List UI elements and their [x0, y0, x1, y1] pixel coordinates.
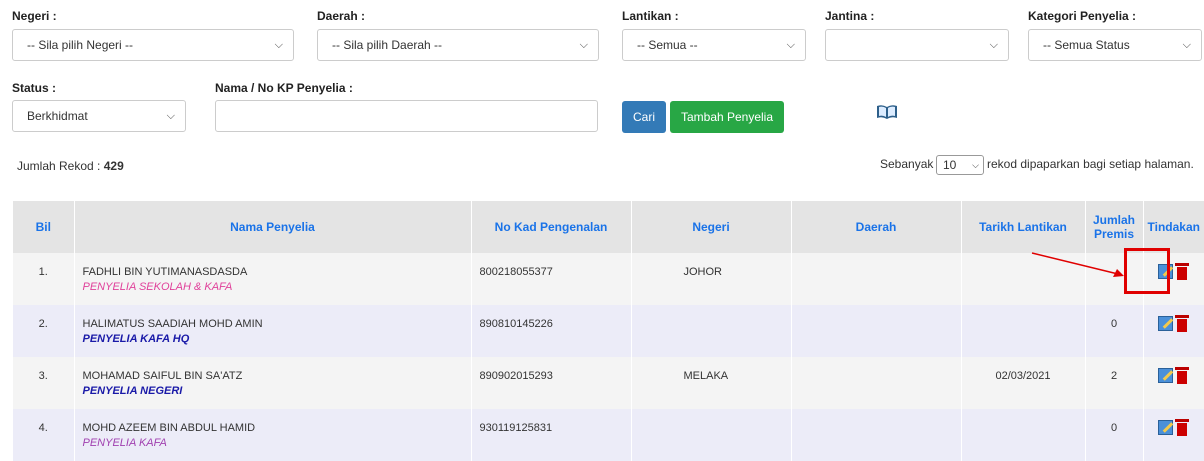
table-row: 4. MOHD AZEEM BIN ABDUL HAMID PENYELIA K…: [13, 409, 1204, 461]
delete-icon[interactable]: [1175, 263, 1189, 280]
lantikan-select-value: -- Semua --: [637, 38, 698, 52]
header-daerah[interactable]: Daerah: [791, 201, 962, 253]
chevron-down-icon: ⌵: [1182, 39, 1191, 51]
cell-negeri: JOHOR: [631, 253, 792, 305]
cell-tindakan: [1143, 357, 1204, 409]
cell-negeri: [631, 409, 792, 461]
penyelia-name: HALIMATUS SAADIAH MOHD AMIN: [82, 318, 263, 330]
cell-nama: FADHLI BIN YUTIMANASDASDA PENYELIA SEKOL…: [74, 253, 472, 305]
jantina-label: Jantina :: [825, 9, 875, 23]
daerah-select-value: -- Sila pilih Daerah --: [332, 38, 443, 52]
penyelia-kategori: PENYELIA KAFA: [82, 437, 167, 449]
cell-daerah: [791, 253, 962, 305]
annotation-arrow-icon: [1031, 252, 1124, 277]
table-row: 2. HALIMATUS SAADIAH MOHD AMIN PENYELIA …: [13, 305, 1204, 357]
chevron-down-icon: ⌵: [786, 39, 795, 51]
cell-premis: 0: [1085, 409, 1144, 461]
cell-daerah: [791, 409, 962, 461]
jantina-select[interactable]: ⌵: [825, 29, 1009, 61]
cell-nokp: 800218055377: [471, 253, 632, 305]
edit-icon[interactable]: [1158, 316, 1173, 331]
kategori-select[interactable]: -- Semua Status ⌵: [1028, 29, 1202, 61]
table-row: 3. MOHAMAD SAIFUL BIN SA'ATZ PENYELIA NE…: [13, 357, 1204, 409]
negeri-select-value: -- Sila pilih Negeri --: [27, 38, 134, 52]
lantikan-select[interactable]: -- Semua -- ⌵: [622, 29, 806, 61]
kategori-label: Kategori Penyelia :: [1028, 9, 1137, 23]
edit-icon[interactable]: [1158, 368, 1173, 383]
negeri-label: Negeri :: [12, 9, 57, 23]
table-row: 1. FADHLI BIN YUTIMANASDASDA PENYELIA SE…: [13, 253, 1204, 305]
header-nama[interactable]: Nama Penyelia: [74, 201, 472, 253]
per-page-control: Sebanyak: [880, 157, 933, 171]
cell-bil: 1.: [13, 253, 75, 305]
chevron-down-icon: ⌵: [274, 39, 283, 51]
penyelia-kategori: PENYELIA NEGERI: [82, 385, 183, 397]
delete-icon[interactable]: [1175, 419, 1189, 436]
header-premis[interactable]: Jumlah Premis: [1085, 201, 1144, 253]
kategori-select-value: -- Semua Status: [1043, 38, 1130, 52]
cell-nokp: 930119125831: [471, 409, 632, 461]
cell-tindakan: [1143, 409, 1204, 461]
penyelia-name: MOHAMAD SAIFUL BIN SA'ATZ: [82, 370, 243, 382]
daerah-select[interactable]: -- Sila pilih Daerah -- ⌵: [317, 29, 599, 61]
per-page-prefix: Sebanyak: [880, 157, 934, 171]
penyelia-kategori: PENYELIA SEKOLAH & KAFA: [82, 281, 233, 293]
cell-nokp: 890810145226: [471, 305, 632, 357]
cell-tarikh: 02/03/2021: [961, 357, 1086, 409]
cell-bil: 4.: [13, 409, 75, 461]
header-nokp[interactable]: No Kad Pengenalan: [471, 201, 632, 253]
edit-icon[interactable]: [1158, 420, 1173, 435]
cari-button[interactable]: Cari: [622, 101, 666, 133]
penyelia-table: Bil Nama Penyelia No Kad Pengenalan Nege…: [13, 201, 1204, 461]
chevron-down-icon: ⌵: [166, 110, 175, 122]
per-page-select[interactable]: 10 ⌵: [936, 155, 984, 175]
per-page-value: 10: [943, 158, 957, 172]
jumlah-rekod-count: 429: [103, 159, 124, 173]
lantikan-label: Lantikan :: [622, 9, 679, 23]
penyelia-kategori: PENYELIA KAFA HQ: [82, 333, 190, 345]
cell-bil: 3.: [13, 357, 75, 409]
cell-nama: HALIMATUS SAADIAH MOHD AMIN PENYELIA KAF…: [74, 305, 472, 357]
cell-tindakan: [1143, 305, 1204, 357]
cell-tarikh: [961, 305, 1086, 357]
status-select[interactable]: Berkhidmat ⌵: [12, 100, 186, 132]
cell-nama: MOHD AZEEM BIN ABDUL HAMID PENYELIA KAFA: [74, 409, 472, 461]
chevron-down-icon: ⌵: [972, 160, 979, 170]
delete-icon[interactable]: [1175, 367, 1189, 384]
negeri-select[interactable]: -- Sila pilih Negeri -- ⌵: [12, 29, 294, 61]
chevron-down-icon: ⌵: [579, 39, 588, 51]
nama-label: Nama / No KP Penyelia :: [215, 81, 353, 95]
delete-icon[interactable]: [1175, 315, 1189, 332]
jumlah-rekod-label: Jumlah Rekod :: [17, 159, 101, 173]
cell-tarikh: [961, 409, 1086, 461]
cell-premis: 0: [1085, 305, 1144, 357]
table-header-row: Bil Nama Penyelia No Kad Pengenalan Nege…: [13, 201, 1204, 253]
cell-bil: 2.: [13, 305, 75, 357]
cell-premis: 2: [1085, 357, 1144, 409]
nama-input[interactable]: [215, 100, 598, 132]
manual-book-icon[interactable]: [876, 104, 898, 120]
header-tarikh[interactable]: Tarikh Lantikan: [961, 201, 1086, 253]
status-select-value: Berkhidmat: [27, 109, 88, 123]
penyelia-name: FADHLI BIN YUTIMANASDASDA: [82, 266, 248, 278]
tambah-penyelia-button[interactable]: Tambah Penyelia: [670, 101, 784, 133]
cell-nama: MOHAMAD SAIFUL BIN SA'ATZ PENYELIA NEGER…: [74, 357, 472, 409]
chevron-down-icon: ⌵: [989, 39, 998, 51]
header-tindakan: Tindakan: [1143, 201, 1204, 253]
cell-daerah: [791, 305, 962, 357]
per-page-suffix: rekod dipaparkan bagi setiap halaman.: [987, 157, 1194, 171]
annotation-highlight-box: [1124, 248, 1170, 294]
daerah-label: Daerah :: [317, 9, 366, 23]
status-label: Status :: [12, 81, 57, 95]
cell-negeri: [631, 305, 792, 357]
jumlah-rekod: Jumlah Rekod : 429: [17, 159, 124, 173]
cell-daerah: [791, 357, 962, 409]
penyelia-name: MOHD AZEEM BIN ABDUL HAMID: [82, 422, 256, 434]
cell-negeri: MELAKA: [631, 357, 792, 409]
header-bil[interactable]: Bil: [13, 201, 75, 253]
header-negeri[interactable]: Negeri: [631, 201, 792, 253]
cell-nokp: 890902015293: [471, 357, 632, 409]
